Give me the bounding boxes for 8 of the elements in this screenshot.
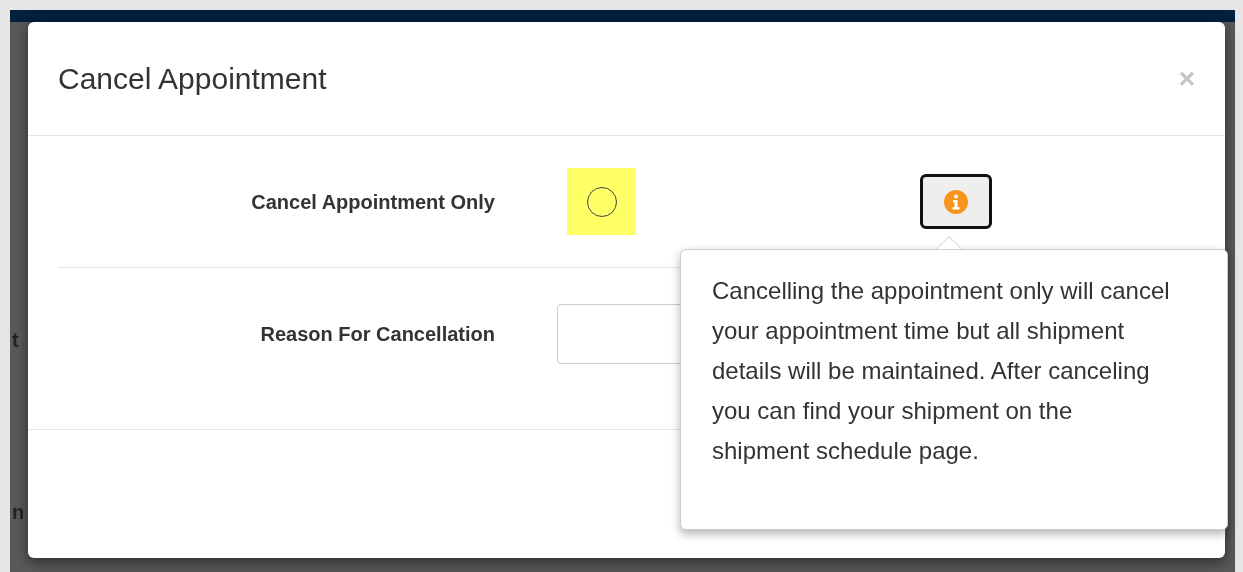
close-button[interactable]: × [1178, 64, 1195, 93]
info-button[interactable] [920, 174, 992, 229]
modal-title: Cancel Appointment [58, 61, 327, 97]
popover-text: Cancelling the appointment only will cancel your appointment time but all shipment details will be maintained. After canceling you can find your shipment on the shipment schedule page. [712, 276, 1171, 466]
background-text: t [12, 328, 19, 353]
info-icon [943, 188, 969, 215]
field-label: Reason For Cancellation [259, 321, 495, 347]
field-label: Cancel Appointment Only [250, 189, 495, 215]
